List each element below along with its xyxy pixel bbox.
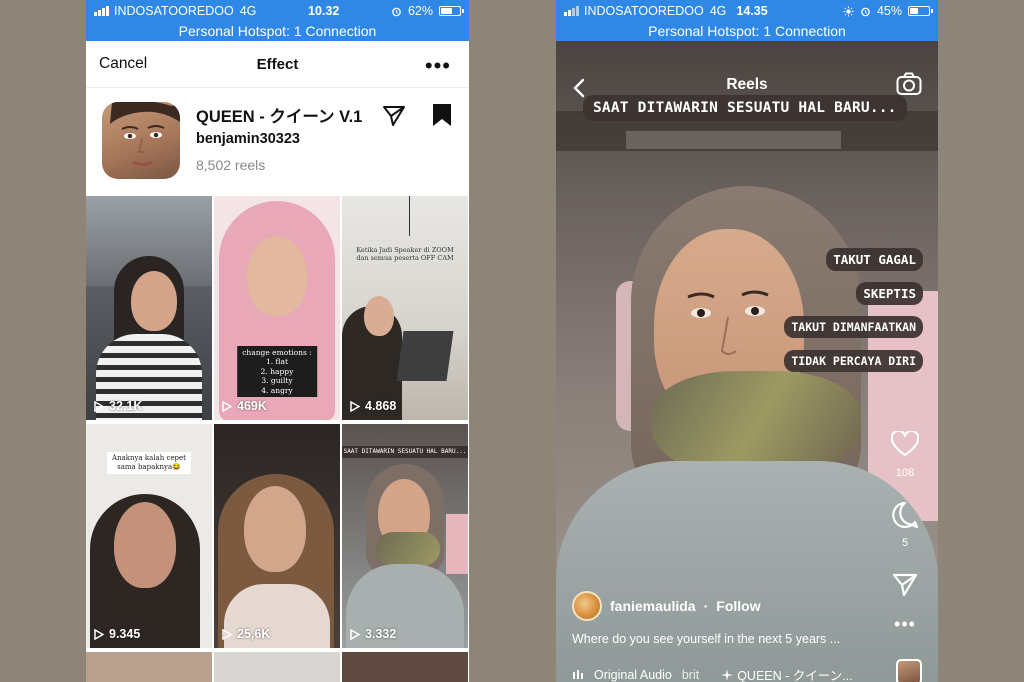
network-label: 4G [709,4,727,18]
reel-tile[interactable] [86,652,212,682]
avatar[interactable] [572,591,602,621]
play-count: 3.332 [350,627,396,641]
overlay-title: SAAT DITAWARIN SESUATU HAL BARU... [583,95,907,121]
hotspot-banner[interactable]: Personal Hotspot: 1 Connection [86,22,469,41]
tile-caption: change emotions : 1. flat 2. happy 3. gu… [237,346,317,397]
camera-icon[interactable] [896,72,922,96]
more-group: ••• [888,614,922,635]
send-icon[interactable] [892,573,918,597]
reels-title: Reels [726,76,768,93]
effect-screen: INDOSATOOREDOO 4G 10.32 62% Personal Hot… [86,0,469,682]
overlay-option: TAKUT DIMANFAATKAN [784,316,923,338]
like-count: 108 [895,467,915,479]
brightness-icon [843,5,854,17]
bookmark-icon[interactable] [432,104,452,126]
battery-percent: 45% [876,4,902,18]
play-count: 32.1K [94,399,142,413]
more-options-icon[interactable]: ••• [894,614,916,635]
author-row: faniemaulida · Follow [572,591,761,621]
network-label: 4G [239,4,257,18]
follow-button[interactable]: Follow [716,598,760,614]
audio-label-truncated: brit [681,667,700,682]
play-icon [350,628,360,640]
overlay-option: SKEPTIS [856,282,923,305]
reel-caption[interactable]: Where do you see yourself in the next 5 … [572,632,840,646]
play-count: 4.868 [350,399,396,413]
overlay-option: TAKUT GAGAL [826,248,923,271]
effect-thumbnail [102,102,180,179]
play-icon [94,628,104,640]
effect-name: QUEEN - クイーン V.1 [196,108,363,126]
separator-dot: · [703,598,709,614]
reel-tile[interactable]: 32.1K [86,196,212,420]
clock: 10.32 [308,4,340,18]
action-rail: 108 [888,431,922,479]
more-options-button[interactable]: ••• [425,53,451,79]
status-bar: INDOSATOOREDOO 4G 10.32 62% [86,0,469,22]
face-icon [110,102,180,166]
play-icon [94,400,104,412]
tile-caption: Ketika Jadi Speaker di ZOOM dan semua pe… [356,246,454,263]
audio-label[interactable]: Original Audio [594,668,672,682]
overlay-option: TIDAK PERCAYA DIRI [784,350,923,372]
play-count: 469K [222,399,267,413]
play-count: 9.345 [94,627,140,641]
heart-icon[interactable] [891,431,919,457]
sparkle-icon [721,668,734,681]
send-icon[interactable] [382,105,406,127]
effect-link[interactable]: QUEEN - クイーン... [737,665,852,682]
reel-tile[interactable] [342,652,468,682]
reel-tile[interactable]: change emotions : 1. flat 2. happy 3. gu… [214,196,340,420]
reels-grid: 32.1K change emotions : 1. flat 2. happy… [86,196,469,682]
audio-bars-icon [573,670,583,679]
play-count: 25,6K [222,627,270,641]
tile-caption: Anaknya kalah cepet sama bapaknya😂 [107,452,191,474]
author-name[interactable]: faniemaulida [610,598,696,614]
carrier-label: INDOSATOOREDOO [584,4,704,18]
play-icon [350,400,360,412]
play-icon [222,400,232,412]
status-bar: INDOSATOOREDOO 4G 14.35 45% [556,0,938,22]
alarm-icon [861,7,870,16]
clock: 14.35 [736,4,768,18]
reel-tile[interactable]: SAAT DITAWARIN SESUATU HAL BARU... 3.332 [342,424,468,648]
reel-tile[interactable] [214,652,340,682]
comment-group: 5 [888,501,922,549]
audio-row: Original Audio brit QUEEN - クイーン... [572,665,853,682]
comment-count: 5 [901,537,909,549]
battery-percent: 62% [407,4,433,18]
signal-icon [564,6,579,16]
play-icon [222,628,232,640]
share-group [888,573,922,597]
reels-count: 8,502 reels [196,157,266,173]
battery-icon [908,6,933,16]
reel-tile[interactable]: 25,6K [214,424,340,648]
tile-caption: SAAT DITAWARIN SESUATU HAL BARU... [342,446,468,458]
battery-icon [438,6,464,16]
signal-icon [94,6,109,16]
reel-tile[interactable]: Ketika Jadi Speaker di ZOOM dan semua pe… [342,196,468,420]
reel-tile[interactable]: Anaknya kalah cepet sama bapaknya😂 9.345 [86,424,212,648]
audio-thumbnail[interactable] [896,659,922,682]
alarm-icon [392,7,401,16]
carrier-label: INDOSATOOREDOO [114,4,234,18]
comment-icon[interactable] [891,501,919,529]
reel-viewer-screen: INDOSATOOREDOO 4G 14.35 45% Personal Hot… [556,0,938,682]
effect-author[interactable]: benjamin30323 [196,131,300,147]
cancel-button[interactable]: Cancel [99,55,147,73]
nav-bar: Cancel Effect ••• [86,41,469,88]
hotspot-banner[interactable]: Personal Hotspot: 1 Connection [556,22,938,41]
effect-header: QUEEN - クイーン V.1 benjamin30323 8,502 ree… [86,88,469,196]
